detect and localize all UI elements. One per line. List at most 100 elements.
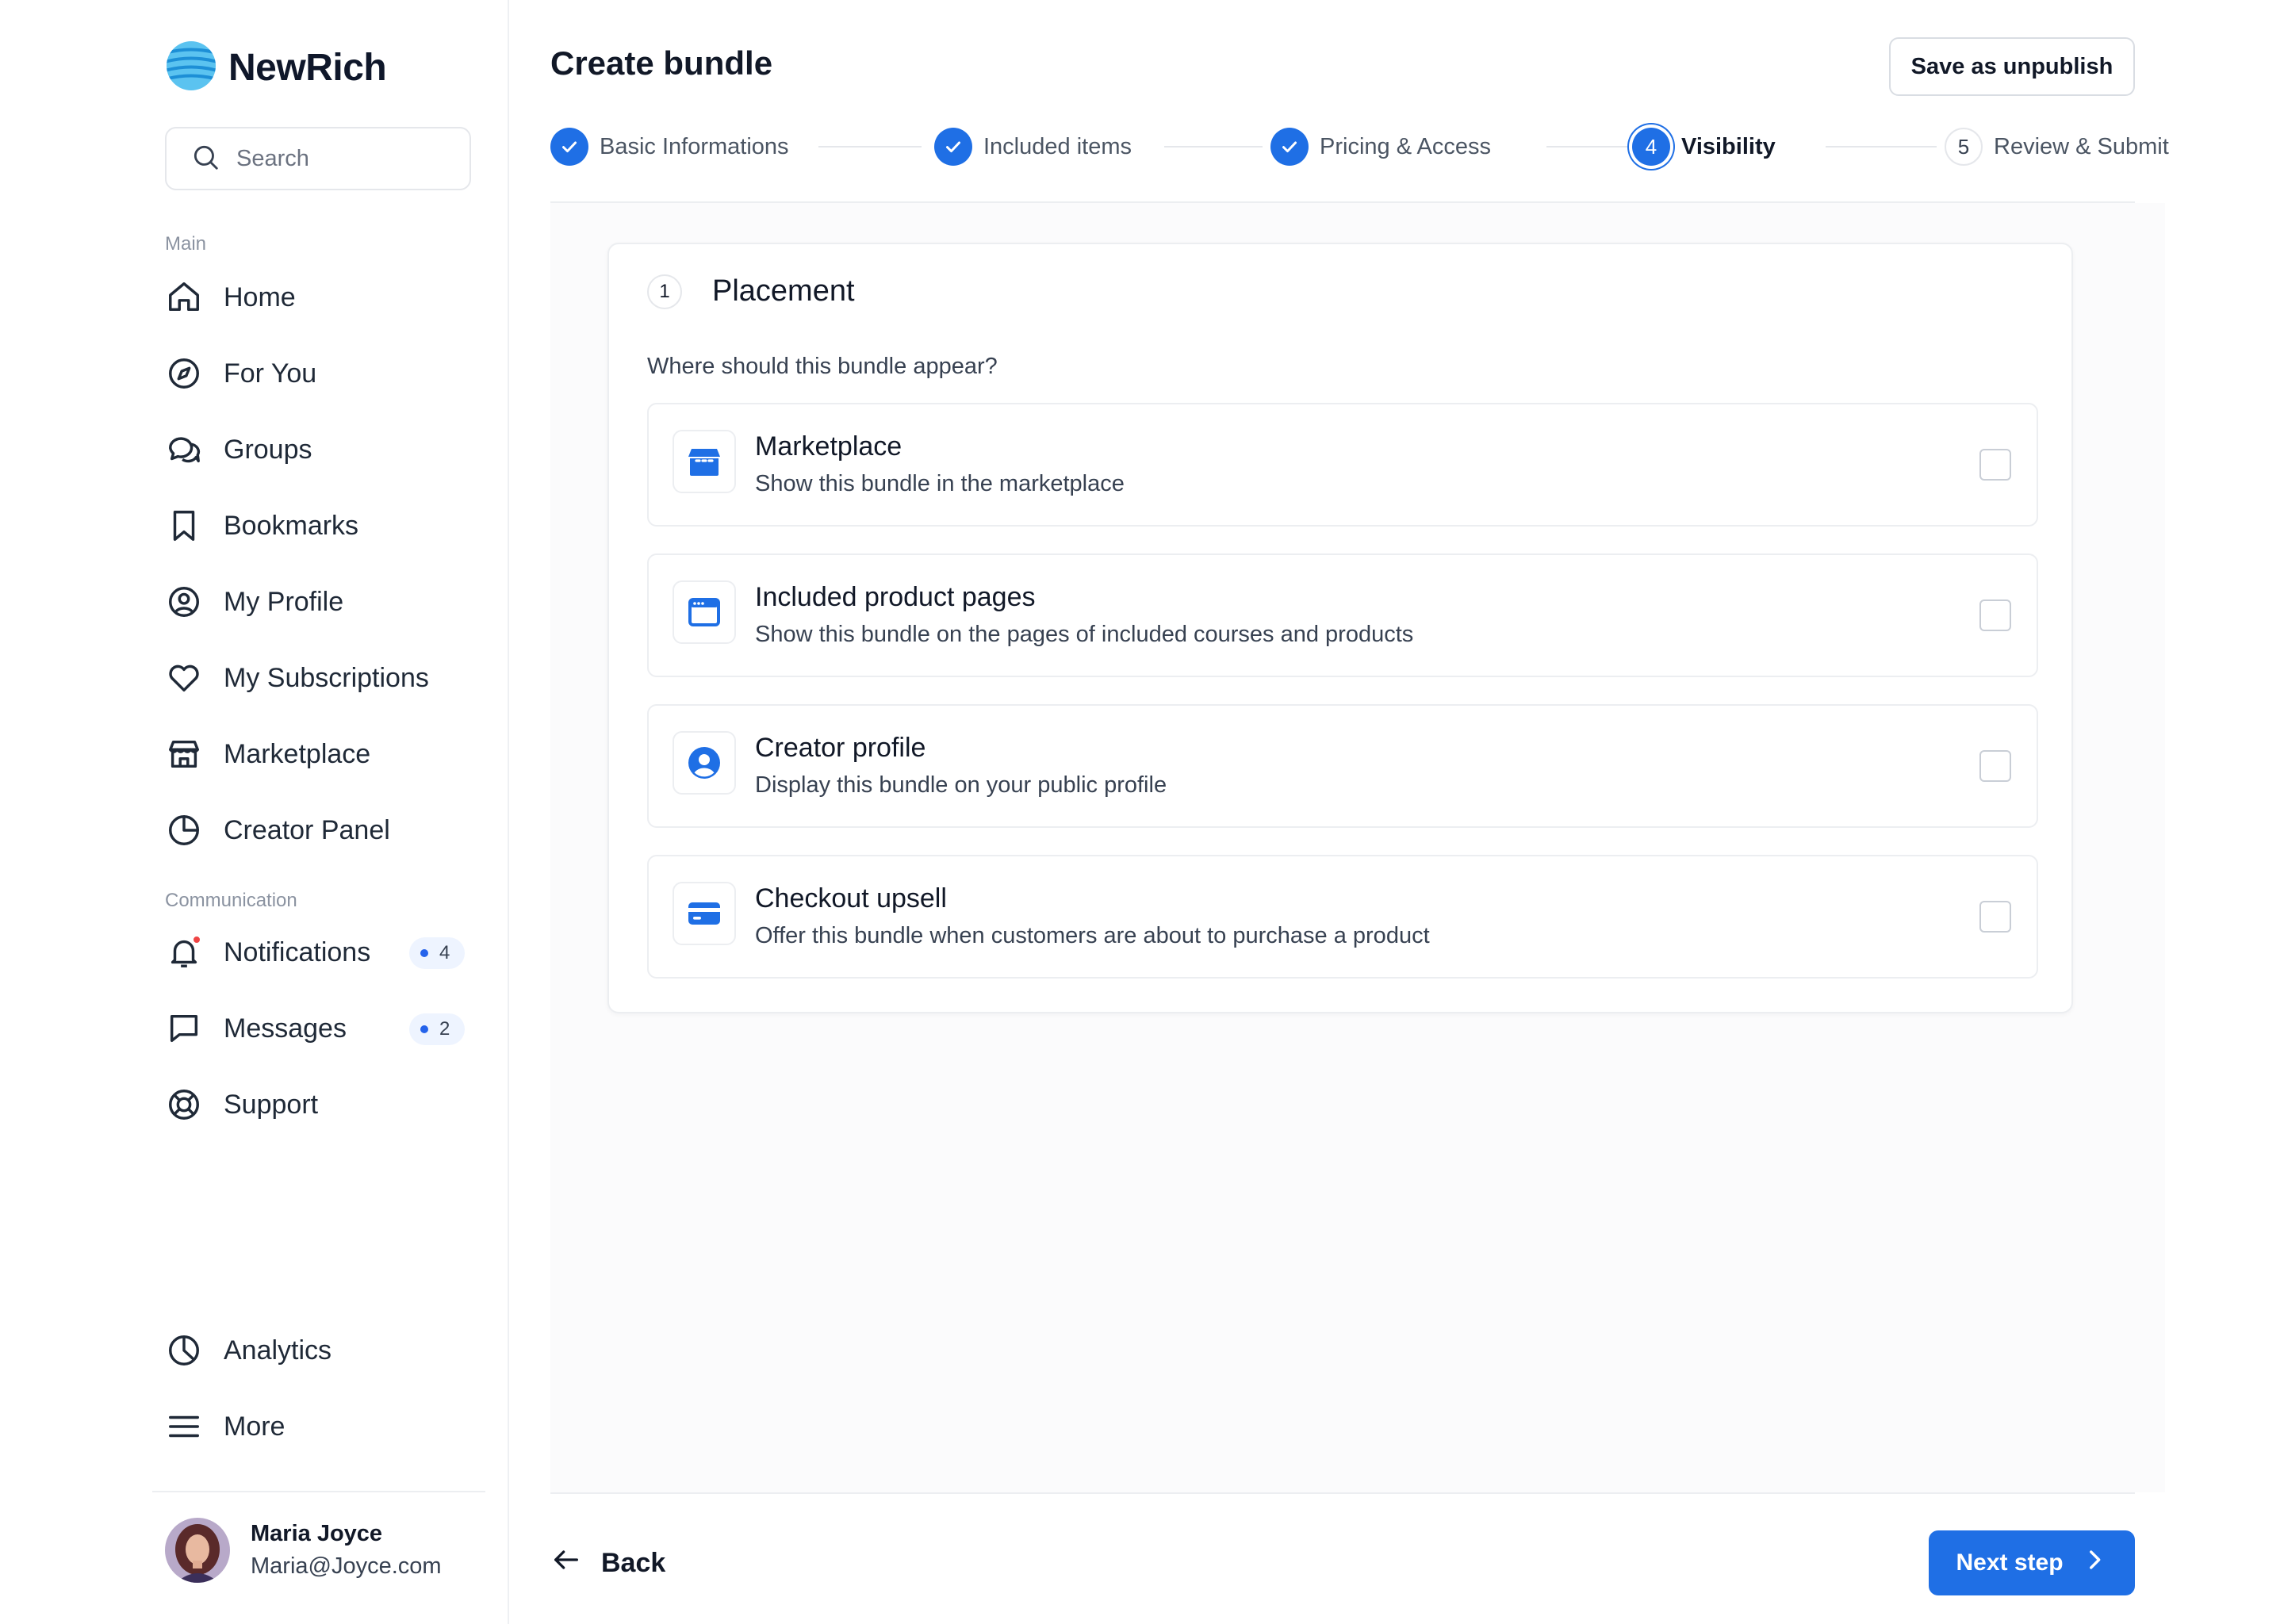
credit-card-icon [673, 882, 736, 945]
option-marketplace[interactable]: Marketplace Show this bundle in the mark… [647, 403, 2038, 527]
message-icon [165, 1009, 203, 1048]
marketplace-checkbox[interactable] [1979, 449, 2011, 481]
chevron-right-icon [2081, 1546, 2108, 1580]
back-label: Back [601, 1547, 666, 1578]
divider [152, 1491, 485, 1492]
sidebar-item-for-you[interactable]: For You [165, 347, 474, 400]
badge-count: 2 [439, 1018, 450, 1040]
step-included-items[interactable]: Included items [934, 125, 1132, 168]
sidebar-item-support[interactable]: Support [165, 1078, 474, 1131]
user-profile[interactable]: Maria Joyce Maria@Joyce.com [165, 1518, 442, 1583]
search-icon [190, 142, 220, 176]
brand-name: NewRich [228, 47, 387, 89]
badge-count: 4 [439, 942, 450, 963]
sidebar-item-groups[interactable]: Groups [165, 423, 474, 476]
option-creator-profile[interactable]: Creator profile Display this bundle on y… [647, 704, 2038, 828]
store-icon [165, 735, 203, 773]
sidebar-item-more[interactable]: More [165, 1400, 474, 1453]
sidebar-item-label: Home [224, 282, 296, 312]
check-icon [934, 128, 972, 166]
step-pricing-access[interactable]: Pricing & Access [1270, 125, 1491, 168]
option-description: Show this bundle in the marketplace [755, 471, 1125, 496]
option-title: Checkout upsell [755, 883, 947, 914]
step-connector [1826, 146, 1937, 147]
stepper: Basic Informations Included items Pricin… [550, 125, 2169, 168]
store-icon [673, 430, 736, 493]
creator-profile-checkbox[interactable] [1979, 750, 2011, 782]
lifebuoy-icon [165, 1086, 203, 1124]
included-product-pages-checkbox[interactable] [1979, 599, 2011, 631]
placement-card: 1 Placement Where should this bundle app… [607, 243, 2073, 1013]
browser-window-icon [673, 580, 736, 644]
step-number: 4 [1632, 128, 1670, 166]
analytics-icon [165, 1331, 203, 1369]
sidebar-item-label: Creator Panel [224, 814, 390, 845]
check-icon [1270, 128, 1309, 166]
checkout-upsell-checkbox[interactable] [1979, 901, 2011, 933]
sidebar-item-label: Support [224, 1089, 319, 1120]
divider [550, 1492, 2135, 1494]
sidebar-item-home[interactable]: Home [165, 271, 474, 324]
sidebar-item-my-profile[interactable]: My Profile [165, 576, 474, 628]
save-as-unpublish-button[interactable]: Save as unpublish [1889, 37, 2135, 96]
bookmark-icon [165, 507, 203, 545]
sidebar-item-label: Messages [224, 1013, 347, 1044]
compass-icon [165, 354, 203, 393]
step-visibility[interactable]: 4 Visibility [1632, 125, 1776, 168]
placement-question: Where should this bundle appear? [647, 354, 998, 379]
bell-icon [165, 933, 203, 971]
search-input[interactable] [236, 145, 443, 172]
sidebar-item-label: For You [224, 358, 317, 389]
brand[interactable]: NewRich [165, 40, 387, 96]
sidebar-item-label: Analytics [224, 1335, 332, 1365]
sidebar-item-messages[interactable]: Messages 2 [165, 1002, 474, 1055]
sidebar-item-analytics[interactable]: Analytics [165, 1324, 474, 1377]
page-title: Create bundle [550, 44, 773, 82]
user-circle-icon [165, 583, 203, 621]
next-label: Next step [1956, 1549, 2064, 1576]
user-email: Maria@Joyce.com [251, 1553, 442, 1579]
option-included-product-pages[interactable]: Included product pages Show this bundle … [647, 553, 2038, 677]
step-label: Basic Informations [600, 133, 789, 159]
search-box[interactable] [165, 127, 471, 190]
home-icon [165, 278, 203, 316]
sidebar-item-label: Notifications [224, 936, 371, 967]
sidebar-item-bookmarks[interactable]: Bookmarks [165, 500, 474, 552]
sidebar-item-marketplace[interactable]: Marketplace [165, 728, 474, 780]
section-label-communication: Communication [165, 890, 297, 911]
option-description: Show this bundle on the pages of include… [755, 622, 1414, 647]
sidebar-item-label: More [224, 1411, 286, 1442]
messages-count-badge: 2 [409, 1013, 465, 1045]
arrow-left-icon [550, 1544, 582, 1583]
step-label: Pricing & Access [1320, 133, 1491, 159]
option-title: Creator profile [755, 733, 926, 763]
option-title: Included product pages [755, 582, 1036, 612]
next-step-button[interactable]: Next step [1929, 1530, 2135, 1595]
option-description: Offer this bundle when customers are abo… [755, 923, 1430, 948]
main-content: Create bundle Save as unpublish Basic In… [511, 0, 2284, 1624]
option-description: Display this bundle on your public profi… [755, 772, 1167, 798]
user-name: Maria Joyce [251, 1521, 383, 1546]
step-review-submit[interactable]: 5 Review & Submit [1945, 125, 2169, 168]
sidebar-item-my-subscriptions[interactable]: My Subscriptions [165, 652, 474, 704]
step-number: 5 [1945, 128, 1983, 166]
sidebar-item-creator-panel[interactable]: Creator Panel [165, 804, 474, 856]
sidebar-item-label: Groups [224, 434, 312, 465]
sidebar: NewRich Main Home For You Groups Bookmar… [0, 0, 509, 1624]
pie-chart-icon [165, 811, 203, 849]
step-label: Review & Submit [1994, 133, 2169, 159]
menu-icon [165, 1408, 203, 1446]
step-label: Included items [983, 133, 1132, 159]
section-number: 1 [647, 274, 682, 309]
sidebar-item-label: My Profile [224, 586, 344, 617]
notification-dot [192, 935, 201, 944]
option-checkout-upsell[interactable]: Checkout upsell Offer this bundle when c… [647, 855, 2038, 979]
back-button[interactable]: Back [550, 1535, 665, 1591]
sidebar-item-notifications[interactable]: Notifications 4 [165, 926, 474, 979]
step-basic-informations[interactable]: Basic Informations [550, 125, 789, 168]
step-label: Visibility [1681, 133, 1776, 159]
step-connector [1164, 146, 1263, 147]
avatar [165, 1518, 230, 1583]
sidebar-item-label: Marketplace [224, 738, 371, 769]
chat-bubbles-icon [165, 431, 203, 469]
